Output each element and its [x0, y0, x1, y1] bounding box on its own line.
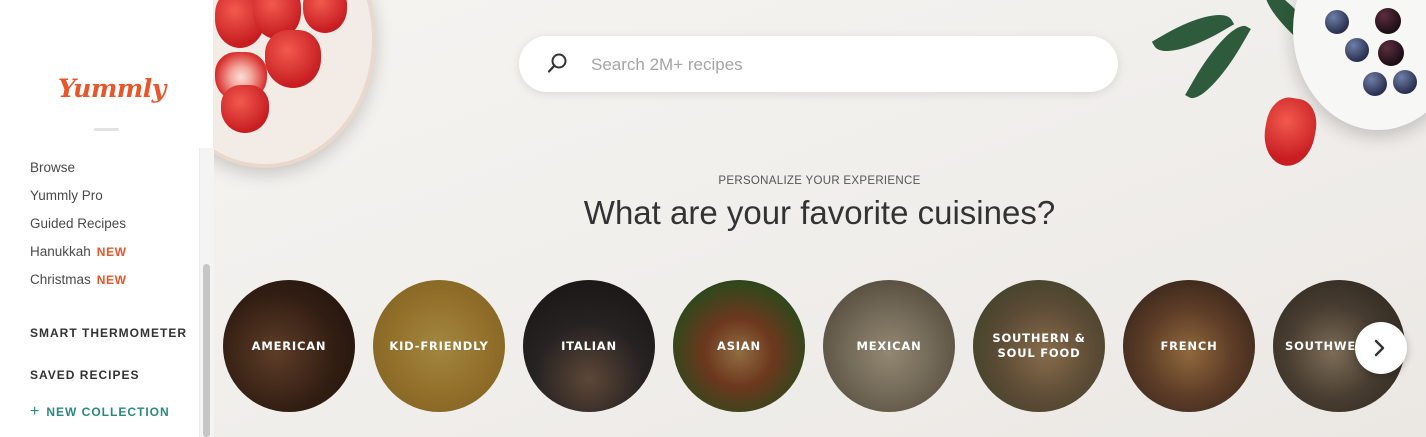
carousel-next-button[interactable]: [1355, 322, 1407, 374]
blackberry-image: [1378, 40, 1404, 66]
search-input[interactable]: [589, 36, 1093, 94]
sidebar-item-yummly-pro[interactable]: Yummly Pro: [30, 188, 103, 203]
blueberry-image: [1363, 72, 1387, 96]
cuisine-label: ASIAN: [673, 280, 805, 412]
strawberry-image: [1259, 94, 1321, 170]
sidebar-item-guided-recipes[interactable]: Guided Recipes: [30, 216, 126, 231]
cuisine-label: ITALIAN: [523, 280, 655, 412]
sidebar-item-browse[interactable]: Browse: [30, 160, 75, 175]
sidebar-item-hanukkah[interactable]: Hanukkah NEW: [30, 244, 127, 259]
blueberry-image: [1325, 10, 1349, 34]
logo-divider: [94, 128, 119, 131]
blackberry-image: [1375, 8, 1401, 34]
sidebar-section-saved-recipes[interactable]: SAVED RECIPES: [30, 368, 139, 382]
chevron-right-icon: [1374, 339, 1385, 357]
blueberry-image: [1345, 38, 1369, 62]
sidebar-item-christmas[interactable]: Christmas NEW: [30, 272, 127, 287]
yummly-logo[interactable]: Yummly: [58, 66, 166, 112]
personalize-eyebrow: PERSONALIZE YOUR EXPERIENCE: [718, 175, 921, 187]
cuisine-asian[interactable]: ASIAN: [673, 280, 805, 412]
cuisines-headline: What are your favorite cuisines?: [583, 194, 1056, 231]
sidebar-scrollbar-thumb[interactable]: [203, 264, 210, 437]
sidebar-item-label: Guided Recipes: [30, 216, 127, 231]
main-content: PERSONALIZE YOUR EXPERIENCE What are you…: [213, 0, 1426, 437]
cuisine-american[interactable]: AMERICAN: [223, 280, 355, 412]
blueberry-image: [1393, 70, 1417, 94]
sidebar: Yummly Browse Yummly Pro Guided Recipes …: [0, 0, 214, 437]
search-icon: [547, 53, 567, 73]
new-collection-button[interactable]: + NEW COLLECTION: [30, 403, 170, 421]
sidebar-item-label: Browse: [30, 160, 76, 175]
cuisine-label: KID-FRIENDLY: [373, 280, 505, 412]
recipe-search-bar[interactable]: [519, 36, 1118, 94]
cuisine-french[interactable]: FRENCH: [1123, 280, 1255, 412]
new-badge: NEW: [96, 245, 127, 259]
new-badge: NEW: [96, 273, 127, 287]
sidebar-item-label: Hanukkah: [30, 244, 91, 259]
cuisine-mexican[interactable]: MEXICAN: [823, 280, 955, 412]
cuisine-kid-friendly[interactable]: KID-FRIENDLY: [373, 280, 505, 412]
cuisine-label: MEXICAN: [823, 280, 955, 412]
sidebar-item-label: Christmas: [30, 272, 91, 287]
sidebar-item-label: Yummly Pro: [30, 188, 103, 203]
cuisine-label: AMERICAN: [223, 280, 355, 412]
plus-icon: +: [30, 403, 41, 420]
sidebar-section-smart-thermometer[interactable]: SMART THERMOMETER: [30, 326, 187, 340]
cuisine-label: SOUTHERN & SOUL FOOD: [973, 280, 1105, 412]
cuisine-southern-soul-food[interactable]: SOUTHERN & SOUL FOOD: [973, 280, 1105, 412]
cuisine-label: FRENCH: [1123, 280, 1255, 412]
new-collection-label: NEW COLLECTION: [46, 405, 170, 419]
cuisine-italian[interactable]: ITALIAN: [523, 280, 655, 412]
strawberry-image: [265, 30, 321, 88]
strawberry-image: [221, 85, 269, 133]
